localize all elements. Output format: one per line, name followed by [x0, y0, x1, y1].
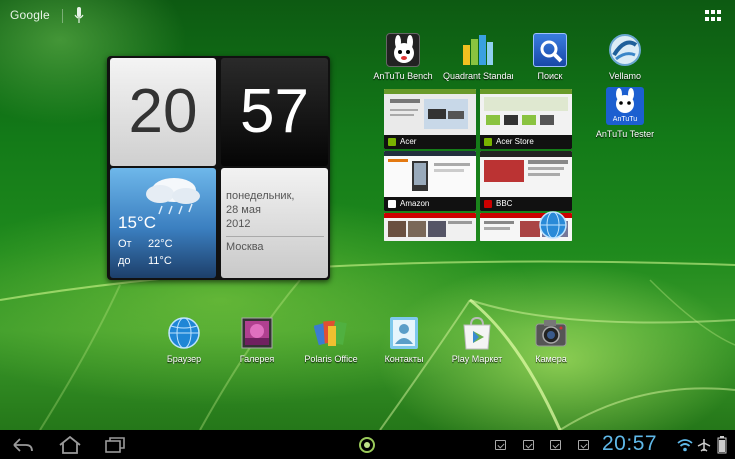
acer-favicon — [388, 138, 396, 146]
app-antutu-tester[interactable]: AnTuTu AnTuTu Tester — [590, 87, 660, 139]
bookmark-acer-store[interactable]: Acer Store — [480, 89, 572, 149]
date-tile[interactable]: понедельник, 28 мая 2012 Москва — [221, 168, 328, 278]
weather-tile[interactable]: 15°C От 22°C до 11°C — [110, 168, 216, 278]
bbc-favicon — [484, 200, 492, 208]
svg-text:AnTuTu: AnTuTu — [613, 116, 637, 123]
app-play-market[interactable]: Play Маркет — [442, 316, 512, 364]
antutu-tester-icon: AnTuTu — [606, 87, 644, 125]
bookmark-bbc[interactable]: BBC — [480, 151, 572, 211]
app-label: Play Маркет — [451, 354, 503, 364]
bookmark-cnn[interactable] — [384, 213, 476, 241]
app-label: AnTuTu Bench — [373, 71, 433, 81]
app-label: Polaris Office — [304, 354, 358, 364]
bookmark-title: Acer Store — [496, 137, 534, 146]
bookmark-thumbnail — [480, 89, 572, 137]
app-camera[interactable]: Камера — [516, 316, 586, 364]
app-label: Галерея — [239, 354, 275, 364]
bookmark-thumbnail — [384, 213, 476, 241]
bookmark-thumbnail — [384, 151, 476, 199]
weather-city: Москва — [226, 241, 264, 253]
status-clock[interactable]: 20:57 — [602, 432, 657, 456]
bookmark-title-bar: Acer Store — [480, 135, 572, 149]
notification-icon[interactable] — [523, 440, 534, 450]
all-apps-icon[interactable] — [705, 10, 721, 23]
clock-hour[interactable]: 20 — [110, 58, 216, 166]
notification-icon[interactable] — [495, 440, 506, 450]
app-search[interactable]: Поиск — [515, 33, 585, 81]
browser-globe-icon — [167, 316, 201, 350]
contacts-icon — [387, 316, 421, 350]
quadrant-icon — [461, 33, 495, 67]
app-contacts[interactable]: Контакты — [369, 316, 439, 364]
camera-icon — [534, 316, 568, 350]
bookmark-title: Amazon — [400, 199, 430, 208]
launcher-dot-icon[interactable] — [359, 437, 375, 453]
app-label: AnTuTu Tester — [595, 129, 655, 139]
app-label: Vellamo — [608, 71, 642, 81]
app-label: Браузер — [166, 354, 202, 364]
airplane-icon — [697, 439, 711, 452]
recent-apps-icon[interactable] — [104, 436, 126, 454]
bookmark-title: Acer — [400, 137, 417, 146]
temp-high-row: От 22°C — [118, 238, 173, 250]
current-temperature: 15°C — [118, 213, 156, 232]
weekday: понедельник, — [226, 190, 295, 202]
amazon-favicon — [388, 200, 396, 208]
date-divider — [226, 236, 324, 237]
app-vellamo[interactable]: Vellamo — [590, 33, 660, 81]
search-divider — [62, 9, 63, 23]
bookmark-thumbnail — [480, 151, 572, 199]
temp-low-value: 11°C — [148, 255, 172, 267]
notification-icon[interactable] — [550, 440, 561, 450]
temp-high-label: От — [118, 238, 132, 250]
polaris-office-icon — [313, 316, 348, 350]
app-label: Контакты — [384, 354, 424, 364]
browser-globe-icon[interactable] — [538, 210, 568, 240]
system-bar: 20:57 — [0, 430, 735, 459]
year: 2012 — [226, 218, 251, 230]
temp-high-value: 22°C — [148, 238, 173, 250]
app-gallery[interactable]: Галерея — [222, 316, 292, 364]
cloud-rain-icon — [146, 178, 200, 215]
bookmark-title: BBC — [496, 199, 513, 208]
wifi-icon — [677, 439, 693, 452]
antutu-bench-icon — [386, 33, 420, 67]
play-store-icon — [460, 316, 494, 350]
acer-favicon — [484, 138, 492, 146]
battery-icon — [717, 436, 727, 454]
app-polaris-office[interactable]: Polaris Office — [296, 316, 366, 364]
bookmark-title-bar: BBC — [480, 197, 572, 211]
app-label: Quadrant Standard — [443, 71, 513, 81]
day-month: 28 мая — [226, 204, 261, 216]
bookmark-thumbnail — [384, 89, 476, 137]
home-icon[interactable] — [58, 436, 82, 454]
google-search-label[interactable]: Google — [10, 8, 50, 22]
app-label: Поиск — [537, 71, 563, 81]
search-icon — [533, 33, 567, 67]
app-browser[interactable]: Браузер — [149, 316, 219, 364]
bookmark-title-bar: Amazon — [384, 197, 476, 211]
bookmark-title-bar: Acer — [384, 135, 476, 149]
temp-low-label: до — [118, 255, 131, 267]
temp-low-row: до 11°C — [118, 255, 172, 267]
vellamo-icon — [608, 33, 642, 67]
mic-icon[interactable] — [74, 7, 84, 24]
clock-minute[interactable]: 57 — [221, 58, 328, 166]
bookmark-acer[interactable]: Acer — [384, 89, 476, 149]
app-label: Камера — [535, 354, 567, 364]
app-quadrant[interactable]: Quadrant Standard — [443, 33, 513, 81]
back-icon[interactable] — [12, 436, 34, 454]
bookmark-amazon[interactable]: Amazon — [384, 151, 476, 211]
app-antutu-bench[interactable]: AnTuTu Bench — [368, 33, 438, 81]
notification-icon[interactable] — [578, 440, 589, 450]
gallery-icon — [240, 316, 274, 350]
